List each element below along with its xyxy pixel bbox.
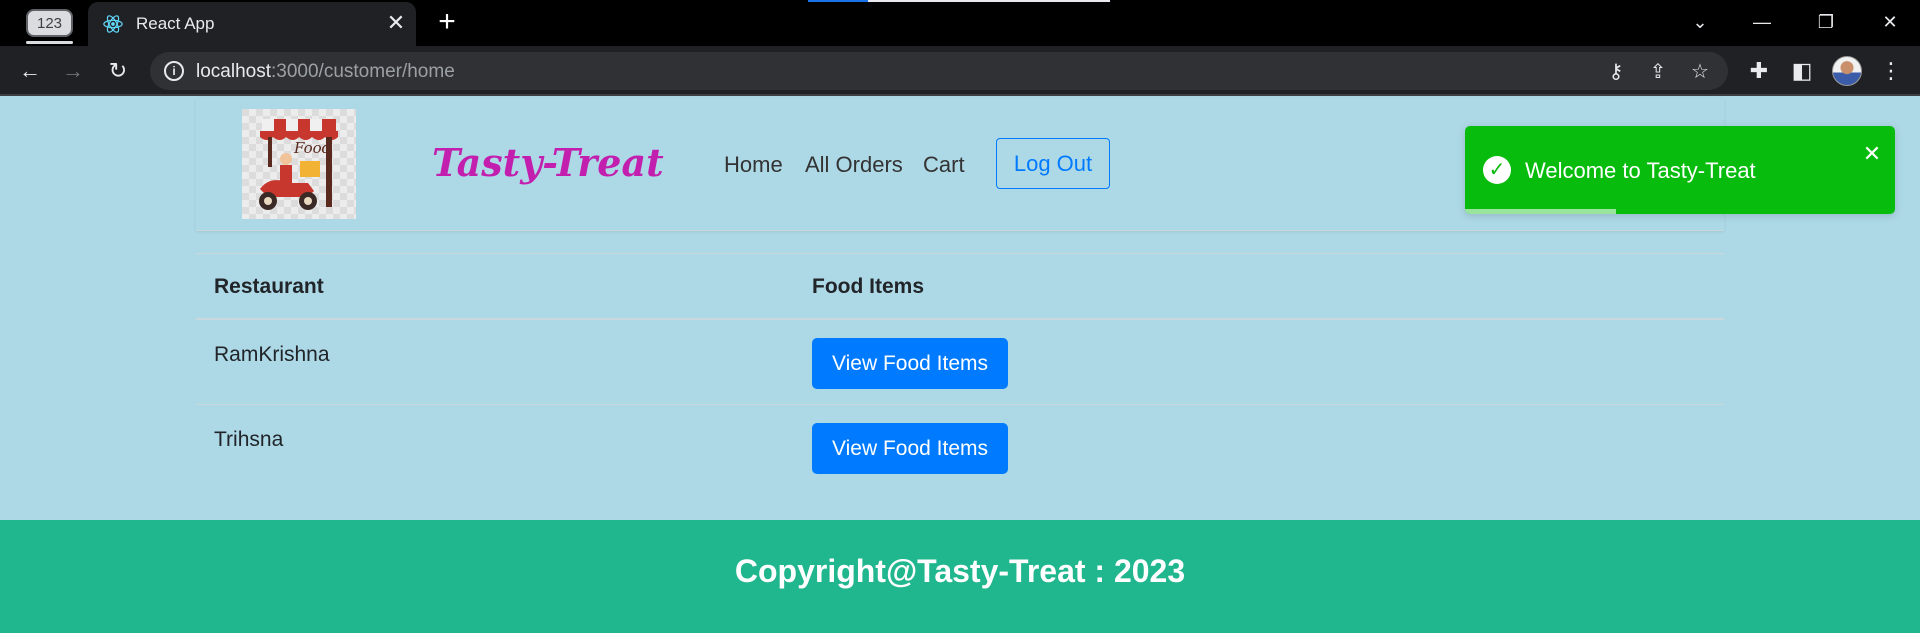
logout-button[interactable]: Log Out (996, 138, 1110, 189)
brand-title[interactable]: Tasty-Treat (432, 140, 664, 185)
star-icon[interactable]: ☆ (1688, 60, 1712, 84)
nav-link-home[interactable]: Home (724, 152, 783, 178)
nav-link-cart[interactable]: Cart (923, 152, 965, 178)
address-bar[interactable]: i localhost:3000/customer/home ⚷ ⇪ ☆ (150, 52, 1728, 90)
svg-text:Food: Food (293, 139, 331, 157)
key-icon[interactable]: ⚷ (1604, 60, 1628, 84)
reload-icon[interactable]: ↻ (103, 56, 133, 86)
view-food-items-button[interactable]: View Food Items (812, 423, 1008, 474)
restaurant-name: RamKrishna (214, 343, 330, 366)
react-icon (103, 15, 123, 33)
toast-progress-bar (1465, 209, 1616, 214)
back-arrow-icon[interactable]: ← (15, 56, 45, 86)
table-header: Restaurant Food Items (196, 253, 1724, 320)
url-text[interactable]: localhost:3000/customer/home (196, 61, 455, 83)
menu-kebab-icon[interactable]: ⋮ (1876, 56, 1906, 86)
new-tab-icon[interactable]: + (430, 7, 464, 38)
restore-icon[interactable]: ❐ (1806, 8, 1846, 36)
tab-counter[interactable]: 123 (26, 9, 73, 37)
footer-copyright: Copyright@Tasty-Treat : 2023 (734, 553, 1186, 589)
food-delivery-logo[interactable]: Food (242, 109, 356, 219)
site-info-icon[interactable]: i (164, 61, 184, 81)
window-close-icon[interactable]: ✕ (1870, 8, 1910, 36)
success-check-icon: ✓ (1483, 156, 1511, 184)
food-delivery-illustration: Food (259, 119, 338, 210)
tab-close-icon[interactable]: ✕ (384, 11, 408, 35)
minimize-icon[interactable]: — (1742, 8, 1782, 36)
nav-link-all-orders[interactable]: All Orders (805, 152, 903, 178)
tab-counter-underline (26, 41, 73, 44)
table-row: Trihsna View Food Items (196, 405, 1724, 490)
view-food-items-button[interactable]: View Food Items (812, 338, 1008, 389)
column-header-restaurant: Restaurant (214, 275, 324, 298)
tab-title: React App (136, 14, 215, 33)
top-strip-accent (808, 0, 868, 2)
side-panel-icon[interactable]: ◧ (1787, 56, 1817, 86)
tab-search-chevron-icon[interactable]: ⌄ (1680, 8, 1720, 36)
table-row: RamKrishna View Food Items (196, 320, 1724, 405)
restaurant-name: Trihsna (214, 428, 284, 451)
url-path: :3000/customer/home (271, 61, 455, 82)
toast-message: Welcome to Tasty-Treat (1525, 158, 1756, 183)
toast-notification[interactable]: ✓ Welcome to Tasty-Treat ✕ (1465, 126, 1895, 214)
column-header-food-items: Food Items (812, 275, 925, 298)
forward-arrow-icon[interactable]: → (58, 56, 88, 86)
share-icon[interactable]: ⇪ (1646, 60, 1670, 84)
browser-tab-bar: 123 React App ✕ + ⌄ — ❐ ✕ (0, 0, 1920, 46)
browser-tab-active[interactable]: React App ✕ (88, 2, 416, 46)
browser-toolbar: ← → ↻ i localhost:3000/customer/home ⚷ ⇪… (0, 46, 1920, 96)
avatar[interactable] (1832, 56, 1862, 86)
url-host: localhost (196, 61, 271, 82)
toast-close-icon[interactable]: ✕ (1860, 142, 1884, 166)
footer: Copyright@Tasty-Treat : 2023 (0, 520, 1920, 633)
extensions-icon[interactable]: ✚ (1744, 56, 1774, 86)
